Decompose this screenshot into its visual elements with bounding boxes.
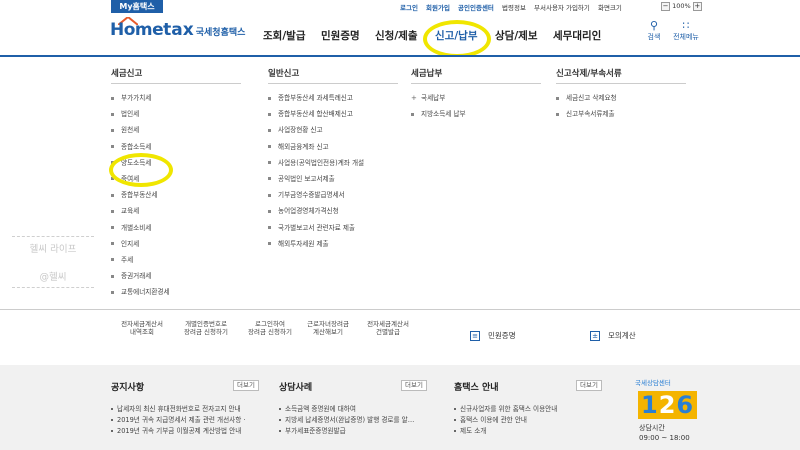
menu-item[interactable]: 증권거래세 [111, 270, 241, 286]
list-item[interactable]: 2019년 귀속 기부금 이월공제 계산방법 안내 [111, 425, 261, 436]
cert-center-link[interactable]: 공인인증센터 [458, 4, 494, 12]
zoom-control: − 100% + [661, 1, 702, 11]
menu-col-tax-payment: 세금납부 + 국세납부 지방소득세 납부 [411, 67, 541, 124]
menu-item[interactable]: 인지세 [111, 238, 241, 254]
service-mock-calc[interactable]: ± 모의계산 [590, 330, 636, 341]
menu-item[interactable]: 종합부동산세 [111, 189, 241, 205]
guide-more-button[interactable]: 더보기 [576, 380, 602, 391]
search-icon: ⚲ [649, 19, 659, 32]
menu-item[interactable]: 해외금융계좌 신고 [268, 141, 398, 157]
gnb-consult-report[interactable]: 상담/제보 [495, 28, 537, 43]
document-icon: ≡ [470, 331, 480, 341]
utility-links: 로그인 회원가입 공인인증센터 법령정보 부서사용자 가입하기 화면크기 [400, 2, 628, 12]
logo-subtitle: 국세청홈택스 [195, 28, 246, 38]
quick-etax-invoice-issue[interactable]: 전자세금계산서 건별발급 [356, 320, 420, 336]
zoom-value: 100% [672, 2, 691, 10]
menu-item[interactable]: 농어업경영체가격신청 [268, 205, 398, 221]
menu-col-title: 일반신고 [268, 67, 398, 84]
menu-item[interactable]: 법인세 [111, 108, 241, 124]
menu-item[interactable]: 종합부동산세 합산배제신고 [268, 108, 398, 124]
consult-cases-board: 상담사례 더보기 소득금액 증명원에 대하여 지방세 납세증명서(완납증명) 발… [279, 380, 429, 436]
gnb-inquiry-issue[interactable]: 조회/발급 [263, 28, 305, 43]
menu-item[interactable]: 지방소득세 납부 [411, 108, 541, 124]
utility-bar: My홈택스 로그인 회원가입 공인인증센터 법령정보 부서사용자 가입하기 화면… [0, 0, 800, 13]
quick-etax-invoice-inquiry[interactable]: 전자세금계산서 내역조회 [110, 320, 174, 336]
all-menu-button[interactable]: ∷ 전체메뉴 [671, 20, 701, 42]
menu-col-title: 세금납부 [411, 67, 541, 84]
highlight-circle-report-pay [423, 20, 491, 58]
grid-icon: ∷ [682, 19, 690, 32]
menu-item[interactable]: 기부금영수증발급명세서 [268, 189, 398, 205]
menu-item[interactable]: 종합부동산세 과세특례신고 [268, 92, 398, 108]
gnb-civil-certificate[interactable]: 민원증명 [321, 28, 360, 43]
menu-item[interactable]: 교육세 [111, 205, 241, 221]
menu-item[interactable]: 원천세 [111, 124, 241, 140]
quick-cert-no-incentive[interactable]: 개별인증번호로 장려금 신청하기 [174, 320, 238, 336]
quick-login-incentive[interactable]: 로그인하여 장려금 신청하기 [238, 320, 302, 336]
hometax-guide-board: 홈택스 안내 더보기 신규사업자를 위한 홈택스 이용안내 홈택스 이용에 관한… [454, 380, 604, 436]
menu-item[interactable]: 세금신고 삭제요청 [556, 92, 686, 108]
search-label: 검색 [647, 33, 661, 41]
logo-home-text: Home [110, 20, 164, 40]
login-link[interactable]: 로그인 [400, 4, 418, 12]
notice-board: 공지사항 더보기 납세자의 최신 휴대전화번호로 전자고지 안내 2019년 귀… [111, 380, 261, 436]
menu-item[interactable]: 신고부속서류제출 [556, 108, 686, 124]
list-item[interactable]: 제도 소개 [454, 425, 604, 436]
call-center-hours: 상담시간 09:00 ~ 18:00 [639, 424, 690, 442]
all-menu-label: 전체메뉴 [673, 33, 699, 41]
menu-col-general-report: 일반신고 종합부동산세 과세특례신고 종합부동산세 합산배제신고 사업장현황 신… [268, 67, 398, 254]
watermark-line1: 헬씨 라이프 [29, 244, 77, 255]
list-item[interactable]: 홈택스 이용에 관한 안내 [454, 414, 604, 425]
calculator-icon: ± [590, 331, 600, 341]
gnb-apply-submit[interactable]: 신청/제출 [375, 28, 417, 43]
menu-item[interactable]: 공익법인 보고서제출 [268, 173, 398, 189]
notice-more-button[interactable]: 더보기 [233, 380, 259, 391]
hometax-logo[interactable]: Hometax 국세청홈택스 [110, 20, 245, 40]
cases-more-button[interactable]: 더보기 [401, 380, 427, 391]
law-info-link[interactable]: 법령정보 [502, 4, 526, 12]
quick-section: 전자세금계산서 내역조회 개별인증번호로 장려금 신청하기 로그인하여 장려금 … [0, 310, 800, 365]
plus-icon: + [411, 94, 417, 102]
screen-size-label: 화면크기 [597, 4, 622, 12]
watermark-line2: @헬씨 [39, 272, 67, 283]
menu-item[interactable]: 주세 [111, 254, 241, 270]
gnb-tax-agent[interactable]: 세무대리인 [553, 28, 601, 43]
menu-item[interactable]: 개별소비세 [111, 222, 241, 238]
call-center-number: 126 [638, 391, 698, 419]
list-item[interactable]: 지방세 납세증명서(완납증명) 발행 경로를 알… [279, 414, 429, 425]
list-item[interactable]: 소득금액 증명원에 대하여 [279, 403, 429, 414]
signup-link[interactable]: 회원가입 [426, 4, 450, 12]
menu-item[interactable]: 교통에너지환경세 [111, 286, 241, 302]
menu-item[interactable]: 사업용(공익법인전용)계좌 개설 [268, 157, 398, 173]
watermark: 헬씨 라이프 @헬씨 [12, 232, 94, 292]
menu-item-national-tax-pay[interactable]: + 국세납부 [411, 92, 541, 108]
search-button[interactable]: ⚲ 검색 [639, 20, 669, 42]
menu-item[interactable]: 해외투자세원 제출 [268, 238, 398, 254]
menu-item[interactable]: 국가별보고서 관련자료 제출 [268, 222, 398, 238]
zoom-in-button[interactable]: + [692, 1, 702, 11]
dept-user-signup-link[interactable]: 부서사용자 가입하기 [534, 4, 590, 12]
menu-col-title: 세금신고 [111, 67, 241, 84]
logo-tax-text: tax [163, 20, 194, 40]
call-center-tag: 국세상담센터 [635, 379, 671, 387]
service-civil-cert[interactable]: ≡ 민원증명 [470, 330, 516, 341]
list-item[interactable]: 납세자의 최신 휴대전화번호로 전자고지 안내 [111, 403, 261, 414]
menu-item[interactable]: 부가가치세 [111, 92, 241, 108]
menu-col-title: 신고삭제/부속서류 [556, 67, 686, 84]
highlight-circle-gift-tax [109, 153, 173, 187]
call-center-banner: 국세상담센터 126 상담시간 09:00 ~ 18:00 [635, 377, 707, 447]
my-hometax-tab[interactable]: My홈택스 [111, 0, 163, 13]
menu-item[interactable]: 사업장현황 신고 [268, 124, 398, 140]
quick-incentive-calc[interactable]: 근로자녀장려금 계산해보기 [296, 320, 360, 336]
list-item[interactable]: 신규사업자를 위한 홈택스 이용안내 [454, 403, 604, 414]
zoom-out-button[interactable]: − [661, 1, 670, 11]
list-item[interactable]: 2019년 귀속 지급명세서 제출 관련 개선사항 · [111, 414, 261, 425]
list-item[interactable]: 부가세표준증명원발급 [279, 425, 429, 436]
menu-col-report-delete: 신고삭제/부속서류 세금신고 삭제요청 신고부속서류제출 [556, 67, 686, 124]
